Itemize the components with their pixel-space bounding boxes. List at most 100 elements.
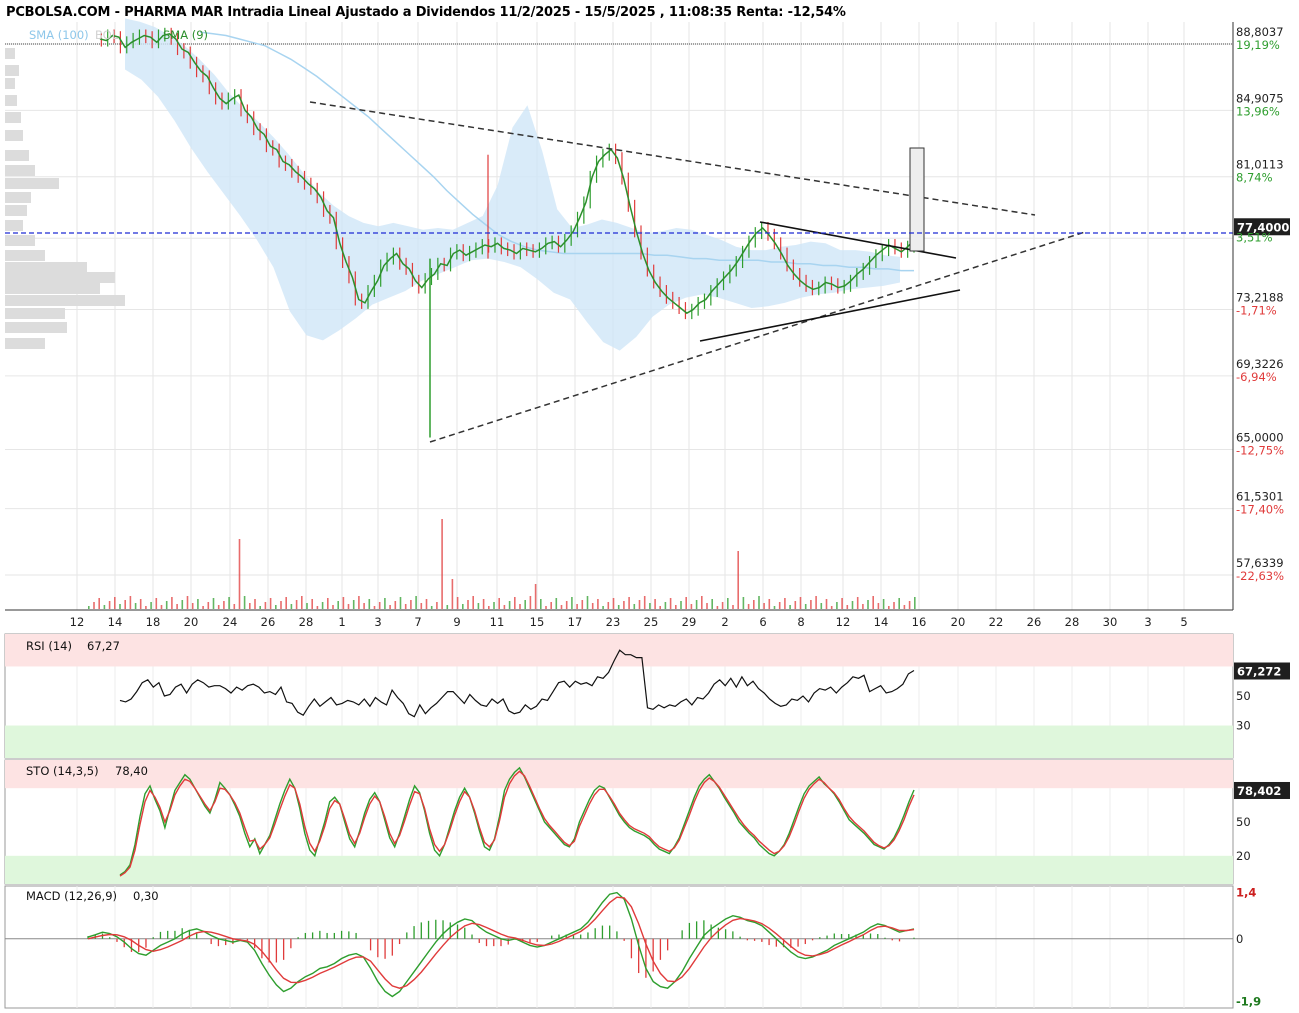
volume-bar [384, 598, 386, 609]
rsi-last-value: 67,27 [87, 639, 120, 653]
volume-bar [607, 602, 610, 609]
sto-last-value: 78,40 [115, 764, 148, 778]
volume-bar [721, 602, 724, 609]
x-tick-label: 16 [912, 615, 927, 629]
x-tick-label: 20 [951, 615, 966, 629]
rsi-last-box-label: 67,272 [1237, 665, 1281, 679]
volume-bar [576, 604, 578, 609]
volume-bar [311, 599, 313, 609]
volume-profile-bar [5, 112, 21, 123]
volume-bar [124, 600, 126, 609]
volume-bar [352, 600, 355, 609]
volume-bar [882, 599, 885, 609]
volume-bar [649, 603, 651, 609]
volume-bar [493, 602, 495, 609]
volume-bar [129, 596, 132, 609]
volume-bar [233, 604, 236, 609]
volume-bar [820, 603, 823, 609]
chart-canvas: 12 14 18 20 24 26 28 1 3 7 9 11 15 17 23 25 29 2 6 8 12 14 16 2… [4, 18, 1290, 1009]
volume-bar [654, 599, 656, 609]
macd-axis-label: -1,9 [1236, 994, 1261, 1008]
volume-bar [914, 597, 916, 609]
volume-bar [623, 601, 625, 609]
volume-bar [571, 597, 573, 609]
volume-bar [908, 601, 911, 609]
volume-bar [119, 604, 121, 609]
volume-bar [519, 604, 521, 609]
volume-bar [456, 597, 459, 609]
volume-bar [275, 605, 277, 609]
volume-bar [88, 606, 90, 609]
x-tick-label: 29 [682, 615, 697, 629]
volume-bar [290, 604, 293, 609]
volume-bar [514, 597, 516, 609]
volume-bar [155, 598, 158, 609]
volume-bar [321, 602, 324, 609]
volume-bar [337, 601, 339, 609]
sto-last-box-label: 78,402 [1237, 784, 1281, 798]
volume-bar [784, 598, 786, 609]
volume-bar [451, 579, 454, 609]
volume-bar [295, 600, 298, 609]
volume-bar [846, 605, 849, 609]
volume-bar [327, 598, 329, 609]
volume-bar [768, 599, 771, 609]
x-tick-label: 14 [108, 615, 123, 629]
x-tick-label: 7 [414, 615, 421, 629]
legend-sma9: SMA (9) [163, 28, 208, 42]
volume-bar [903, 605, 906, 609]
rsi-overbought-zone [5, 634, 1233, 667]
x-tick-label: 20 [184, 615, 199, 629]
volume-bar [680, 601, 682, 609]
volume-bar [217, 605, 220, 609]
volume-bar [888, 606, 890, 609]
volume-bar [165, 601, 168, 609]
volume-bar [508, 601, 511, 609]
volume-bar [753, 600, 755, 609]
volume-bar [617, 605, 620, 609]
x-tick-label: 1 [338, 615, 345, 629]
volume-bar [732, 605, 734, 609]
volume-bar [664, 602, 667, 609]
volume-bar [727, 598, 729, 609]
volume-bar [264, 602, 267, 609]
x-tick-label: 9 [453, 615, 460, 629]
volume-bar [877, 603, 880, 609]
x-tick-label: 14 [874, 615, 889, 629]
volume-bar [675, 605, 677, 609]
pct-label: -12,75% [1236, 444, 1284, 458]
sto-label: STO (14,3,5) [26, 764, 99, 778]
x-tick-label: 12 [836, 615, 851, 629]
x-tick-label: 30 [1103, 615, 1118, 629]
y-axis-label: 88,8037 [1236, 25, 1284, 39]
x-tick-label: 6 [759, 615, 766, 629]
volume-bar [301, 596, 303, 609]
x-tick-label: 3 [1144, 615, 1151, 629]
volume-bar [685, 597, 687, 609]
volume-bar [804, 604, 807, 609]
volume-profile-bar [5, 192, 31, 203]
x-tick-label: 28 [299, 615, 314, 629]
volume-bar [628, 597, 630, 609]
volume-bar [529, 596, 532, 609]
y-axis-label: 84,9075 [1236, 91, 1284, 105]
volume-bar [778, 602, 781, 609]
volume-bar [394, 601, 397, 609]
volume-bar [238, 539, 241, 609]
volume-bar [488, 606, 490, 609]
volume-bar [773, 606, 776, 609]
volume-bar [436, 602, 438, 609]
volume-bar [643, 596, 646, 609]
volume-bar [737, 551, 739, 609]
pct-label: 3,51% [1236, 230, 1273, 244]
legend-bol: BOL [95, 28, 119, 42]
volume-bar [134, 603, 137, 609]
volume-bar [98, 598, 100, 609]
y-axis-label: 57,6339 [1236, 556, 1284, 570]
sto-axis-label: 20 [1236, 849, 1251, 863]
volume-profile-bar [5, 295, 125, 306]
x-tick-label: 22 [989, 615, 1004, 629]
volume-bar [742, 597, 745, 609]
volume-bar [420, 603, 423, 609]
volume-bar [830, 606, 833, 609]
